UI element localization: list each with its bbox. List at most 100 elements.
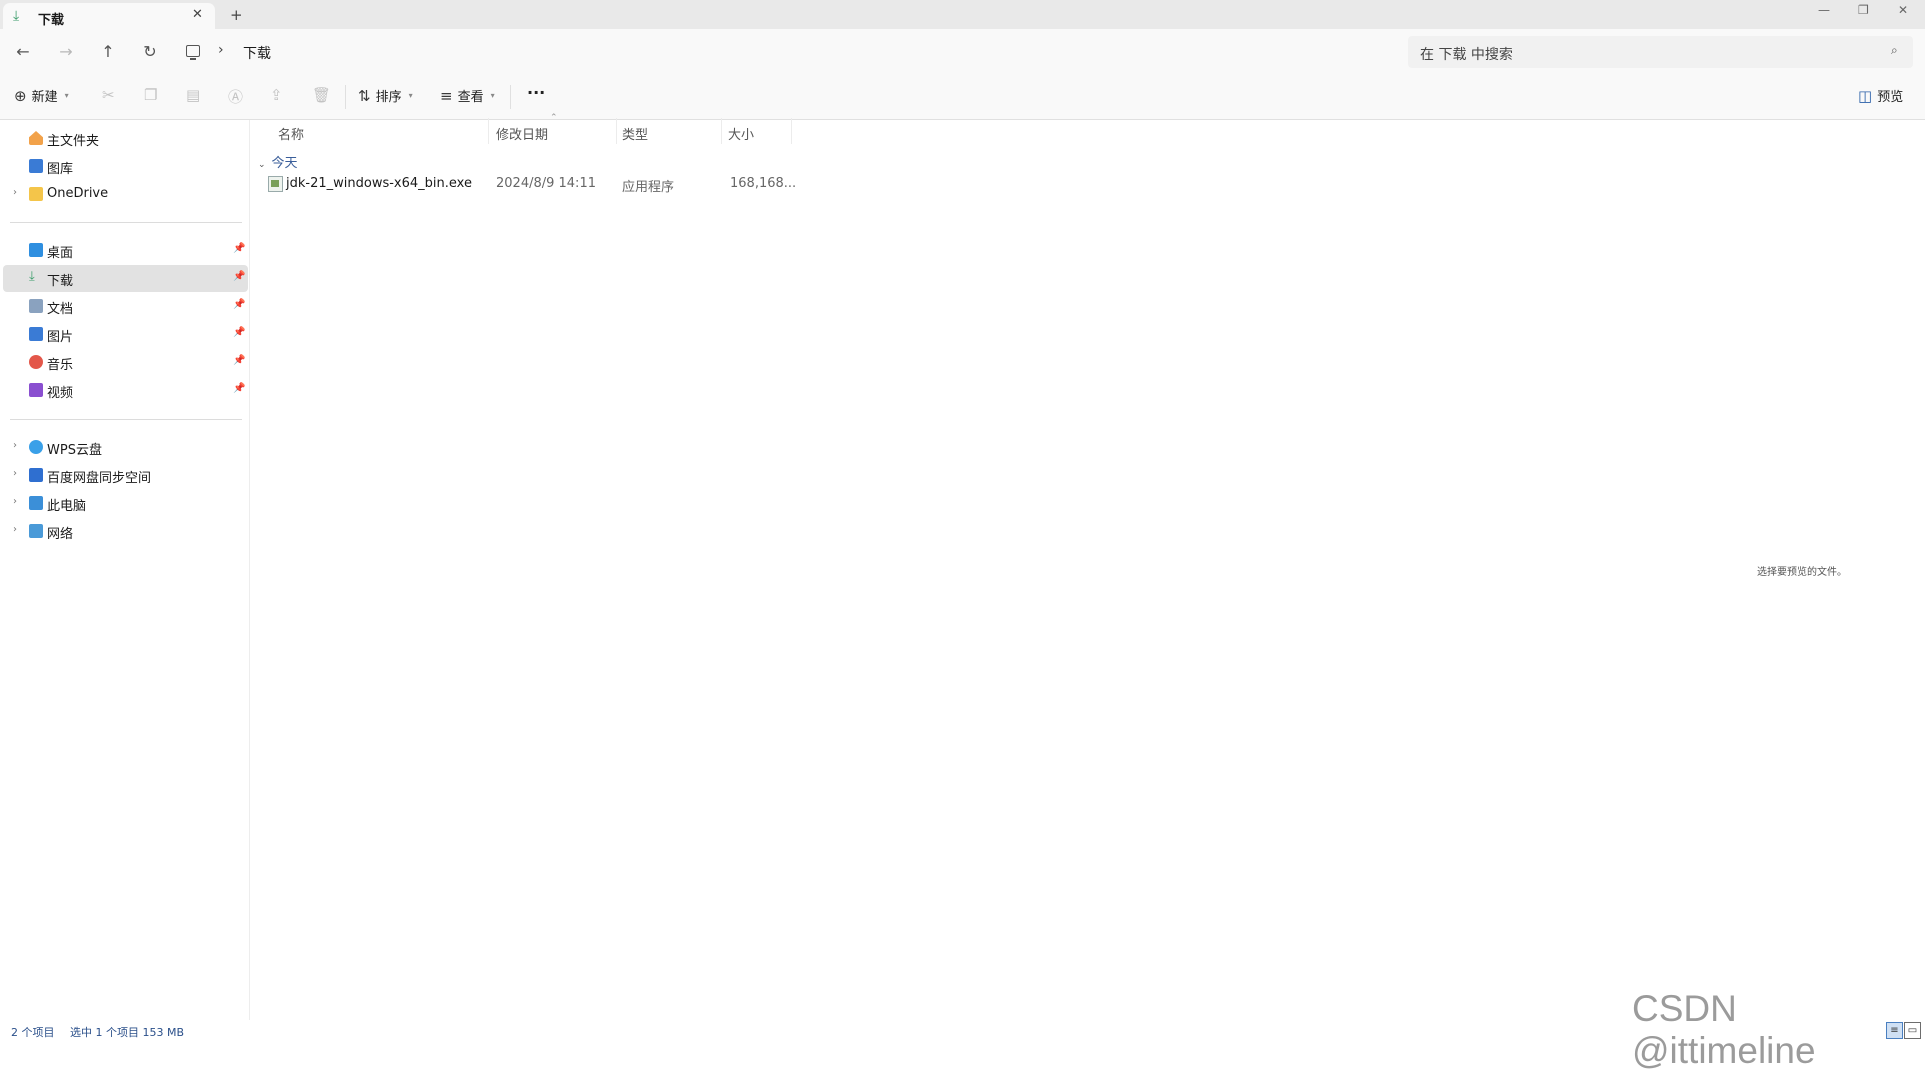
search-placeholder: 在 下载 中搜索 [1420,47,1513,63]
sidebar-item-desktop[interactable]: 桌面 📌 [3,237,248,264]
sidebar-divider [10,222,242,223]
sidebar-item-music[interactable]: 音乐 📌 [3,349,248,376]
sort-icon: ⇅ [358,86,371,105]
sidebar-item-wps[interactable]: › WPS云盘 [3,434,248,461]
column-header-type[interactable]: 类型 [622,124,648,143]
cut-button[interactable]: ✂ [102,86,115,104]
chevron-right-icon[interactable]: › [13,524,17,535]
file-date: 2024/8/9 14:11 [496,176,596,191]
scissors-icon: ✂ [102,86,115,104]
tab-downloads[interactable]: ⤓ 下载 ✕ [3,3,215,30]
new-tab-button[interactable]: + [230,6,243,24]
file-name[interactable]: jdk-21_windows-x64_bin.exe [286,176,472,191]
computer-icon [29,496,43,510]
navigation-pane: 主文件夹 图库 › OneDrive 桌面 📌 ⤓ 下载 📌 文档 📌 图片 📌… [0,120,250,1020]
copy-icon: ❐ [144,86,158,104]
delete-button[interactable]: 🗑 [312,86,331,104]
chevron-right-icon[interactable]: › [13,440,17,451]
column-separator[interactable] [488,118,489,144]
sidebar-item-thispc[interactable]: › 此电脑 [3,490,248,517]
trash-icon: 🗑 [312,86,332,104]
sidebar-item-label: WPS云盘 [47,443,102,458]
close-window-button[interactable]: ✕ [1898,3,1908,17]
address-bar[interactable]: › 下载 [176,36,1401,68]
view-button[interactable]: ≡ 查看 ▾ [440,86,495,106]
sidebar-item-pictures[interactable]: 图片 📌 [3,321,248,348]
share-button[interactable]: ⇪ [270,86,283,104]
column-separator[interactable] [616,118,617,144]
minimize-button[interactable]: — [1818,3,1830,17]
sidebar-item-label: 此电脑 [47,499,87,514]
back-button[interactable]: ← [13,42,33,61]
preview-placeholder: 选择要预览的文件。 [1757,567,1847,578]
sidebar-item-label: 桌面 [47,246,74,261]
video-icon [29,383,43,397]
sort-caret-icon: ⌃ [550,113,558,123]
chevron-down-icon: ⌄ [258,160,266,170]
up-button[interactable]: ↑ [98,42,118,61]
chevron-right-icon[interactable]: › [13,468,17,479]
title-bar: ⤓ 下载 ✕ + — ❐ ✕ [0,0,1925,30]
more-options-button[interactable]: ··· [527,83,545,102]
search-input[interactable]: 在 下载 中搜索 ⌕ [1408,36,1913,68]
sidebar-item-label: 视频 [47,386,74,401]
folder-icon [29,187,43,201]
breadcrumb-chevron-icon[interactable]: › [218,42,224,58]
search-icon: ⌕ [1891,43,1898,57]
document-icon [29,299,43,313]
new-button[interactable]: ⊕ 新建 ▾ [14,86,69,106]
tiles-view-icon[interactable]: ▭ [1904,1022,1921,1039]
preview-label: 预览 [1877,90,1904,105]
sort-button[interactable]: ⇅ 排序 ▾ [358,86,413,106]
tab-close-icon[interactable]: ✕ [192,7,203,22]
rename-icon: Ⓐ [228,88,244,106]
baidu-drive-icon [29,468,43,482]
group-header-today[interactable]: ⌄ 今天 [258,152,298,171]
rename-button[interactable]: Ⓐ [228,86,243,107]
column-separator[interactable] [791,118,792,144]
sidebar-item-label: 网络 [47,527,74,542]
column-separator[interactable] [721,118,722,144]
gallery-icon [29,159,43,173]
desktop-icon [29,243,43,257]
sidebar-item-downloads[interactable]: ⤓ 下载 📌 [3,265,248,292]
forward-button[interactable]: → [56,42,76,61]
file-size: 168,168... [730,176,797,191]
music-icon [29,355,43,369]
address-row: ← → ↑ ↻ › 下载 在 下载 中搜索 ⌕ [0,29,1925,75]
chevron-down-icon: ▾ [490,91,495,100]
group-label: 今天 [271,156,298,171]
sidebar-item-gallery[interactable]: 图库 [3,153,248,180]
new-label: 新建 [31,90,58,105]
sidebar-item-network[interactable]: › 网络 [3,518,248,545]
chevron-right-icon[interactable]: › [13,187,17,198]
breadcrumb-downloads[interactable]: 下载 [243,43,271,63]
sidebar-item-onedrive[interactable]: › OneDrive [3,181,248,208]
column-header-size[interactable]: 大小 [728,124,754,143]
paste-button[interactable]: ▤ [186,86,200,104]
sidebar-item-baidu[interactable]: › 百度网盘同步空间 [3,462,248,489]
watermark: CSDN @ittimeline [1632,988,1816,1071]
sidebar-item-videos[interactable]: 视频 📌 [3,377,248,404]
chevron-down-icon: ▾ [64,91,69,100]
refresh-button[interactable]: ↻ [140,42,160,61]
share-icon: ⇪ [270,86,283,104]
sidebar-item-home[interactable]: 主文件夹 [3,125,248,152]
restore-button[interactable]: ❐ [1858,3,1869,17]
column-header-date[interactable]: 修改日期 [496,124,548,143]
sidebar-item-documents[interactable]: 文档 📌 [3,293,248,320]
status-selection: 选中 1 个项目 153 MB [70,1026,185,1039]
column-header-name[interactable]: 名称 [278,124,304,143]
chevron-right-icon[interactable]: › [13,496,17,507]
preview-button[interactable]: ◫ 预览 [1858,86,1904,106]
command-divider [345,85,346,109]
exe-file-icon [268,176,283,192]
pin-icon: 📌 [233,271,246,282]
network-icon [29,524,43,538]
sidebar-divider [10,419,242,420]
sidebar-item-label: 下载 [47,274,74,289]
copy-button[interactable]: ❐ [144,86,157,104]
details-view-icon[interactable]: ≡ [1886,1022,1903,1039]
sidebar-item-label: 主文件夹 [47,134,100,149]
home-icon [29,131,43,145]
